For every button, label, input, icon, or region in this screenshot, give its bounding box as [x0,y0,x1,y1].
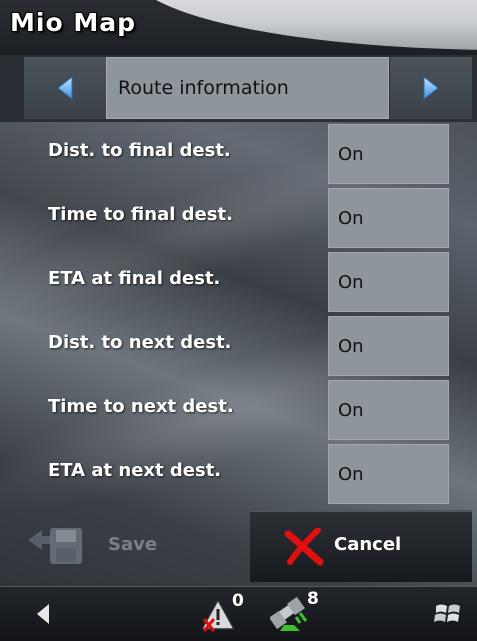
save-button-label: Save [108,534,158,555]
action-bar: Save Cancel [0,508,477,586]
page-navigator: Route information [0,55,477,122]
header-bar: Mio Map [0,0,477,55]
setting-row-time-final: Time to final dest. On [0,186,477,250]
windows-start-icon[interactable] [434,601,462,627]
app-title: Mio Map [10,8,136,37]
previous-page-button[interactable] [24,57,106,119]
setting-row-dist-final: Dist. to final dest. On [0,122,477,186]
taskbar: 0 8 [0,586,477,641]
save-button[interactable]: Save [20,510,245,582]
warning-icon[interactable] [200,597,236,633]
setting-label: ETA at next dest. [48,460,222,481]
setting-value-toggle[interactable]: On [328,188,449,248]
header-highlight [89,0,477,50]
back-arrow-icon[interactable] [36,603,50,625]
setting-value-toggle[interactable]: On [328,380,449,440]
setting-label: Dist. to next dest. [48,332,232,353]
cancel-button[interactable]: Cancel [250,510,472,582]
setting-row-eta-final: ETA at final dest. On [0,250,477,314]
setting-label: ETA at final dest. [48,268,221,289]
arrow-left-icon [57,76,73,100]
setting-value-toggle[interactable]: On [328,252,449,312]
setting-label: Time to next dest. [48,396,234,417]
next-page-button[interactable] [390,57,472,119]
setting-label: Time to final dest. [48,204,233,225]
save-disk-icon [28,528,82,564]
satellite-signal-icon[interactable] [270,595,312,633]
setting-row-dist-next: Dist. to next dest. On [0,314,477,378]
satellite-count: 8 [307,589,319,609]
setting-value-toggle[interactable]: On [328,124,449,184]
page-title: Route information [106,57,389,119]
setting-label: Dist. to final dest. [48,140,231,161]
arrow-right-icon [423,76,439,100]
setting-row-eta-next: ETA at next dest. On [0,442,477,506]
setting-value-toggle[interactable]: On [328,444,449,504]
setting-value-toggle[interactable]: On [328,316,449,376]
red-x-icon [284,528,324,566]
cancel-button-label: Cancel [334,534,402,555]
setting-row-time-next: Time to next dest. On [0,378,477,442]
warning-count: 0 [232,591,244,611]
